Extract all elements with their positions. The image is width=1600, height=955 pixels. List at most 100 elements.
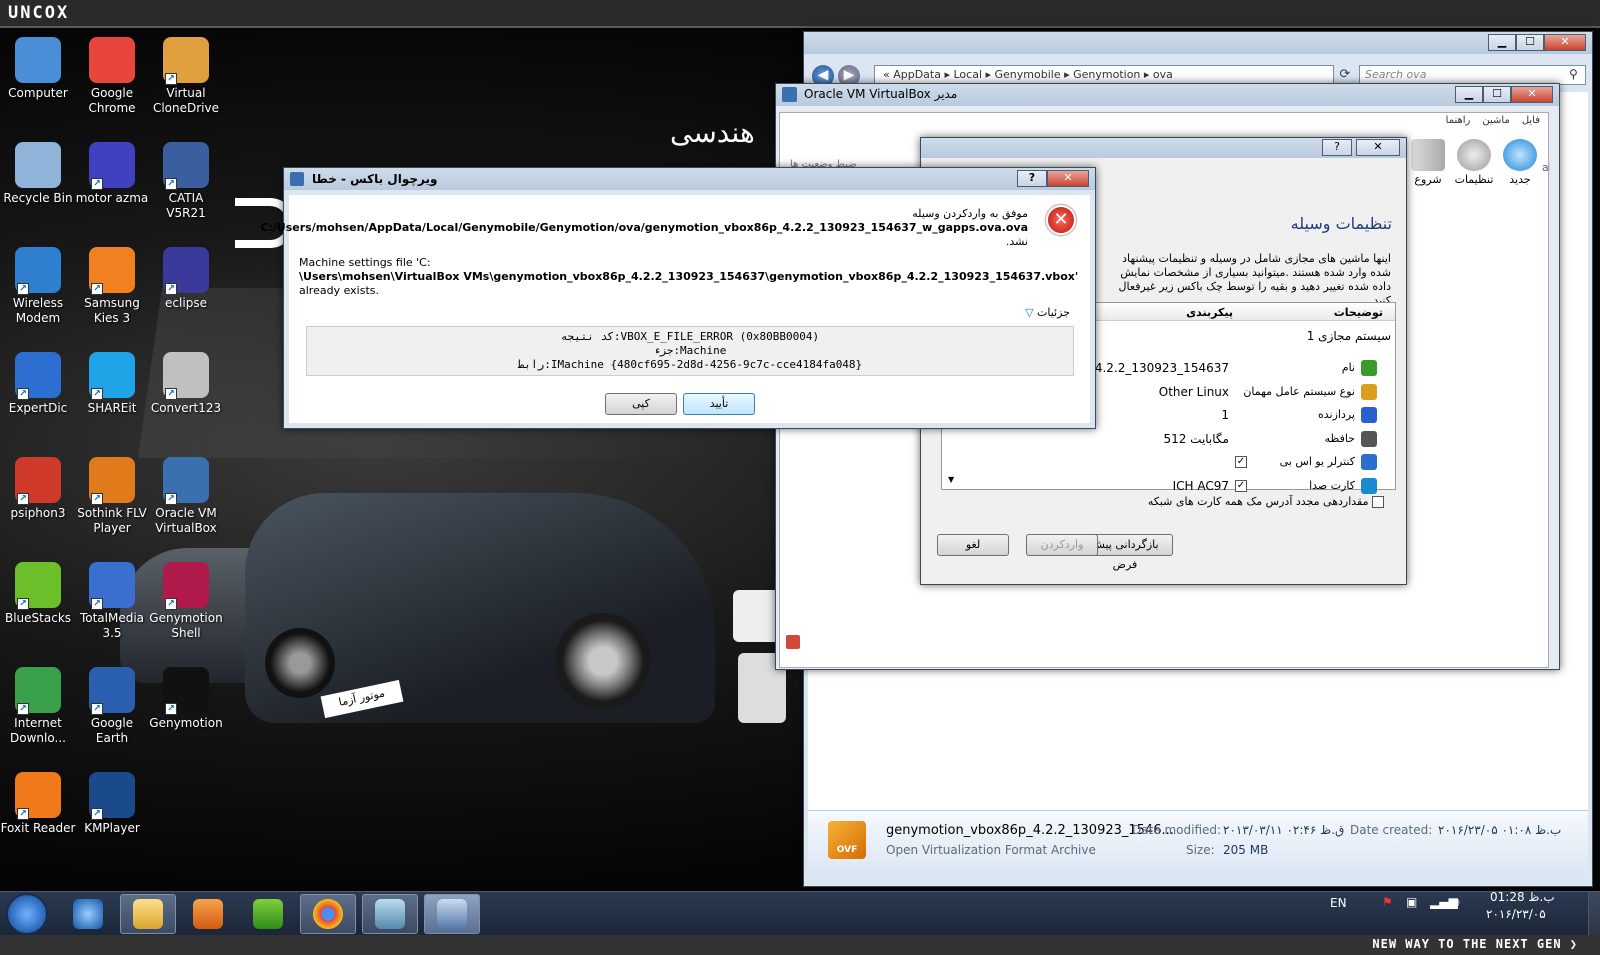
desktop-icon-psiphon3[interactable]: ↗ psiphon3 [0, 457, 76, 521]
error-line1: موفق به واردکردن وسیله [912, 207, 1028, 220]
volume-icon[interactable]: 🔊︎ [1452, 895, 1460, 910]
address-bar[interactable]: « AppData ▸ Local ▸ Genymobile ▸ Genymot… [874, 65, 1334, 85]
wallpaper-wheel [555, 613, 651, 709]
desktop-icon-computer[interactable]: Computer [0, 37, 76, 101]
row-icon [1361, 430, 1377, 447]
taskbar-explorer[interactable] [120, 894, 176, 934]
search-input[interactable]: Search ova [1359, 65, 1586, 85]
details-toggle[interactable]: جزئیات ▽ [1025, 306, 1070, 319]
desktop-icon-expertdic[interactable]: ↗ ExpertDic [0, 352, 76, 416]
language-indicator[interactable]: EN [1330, 896, 1347, 910]
close-button[interactable]: ✕ [1047, 170, 1089, 187]
menu-help[interactable]: راهنما [1446, 115, 1471, 126]
table-row[interactable]: ✓کنترلر یو اس بی✓ [942, 451, 1397, 474]
desktop-icon-label: TotalMedia 3.5 [79, 611, 145, 640]
desktop-icon-oracle-vm-virtualbox[interactable]: ↗ Oracle VM VirtualBox [148, 457, 224, 536]
desktop-icon-totalmedia-3-5[interactable]: ↗ TotalMedia 3.5 [74, 562, 150, 641]
row-value[interactable]: Other Linux [1159, 385, 1229, 399]
desktop-icon-wireless-modem[interactable]: ↗ Wireless Modem [0, 247, 76, 326]
taskbar-virtualbox[interactable] [424, 894, 480, 934]
desktop-icon-genymotion[interactable]: ↗ Genymotion [148, 667, 224, 731]
desktop-app-icon: ↗ [15, 772, 61, 820]
action-center-icon[interactable]: ⚑ [1382, 895, 1393, 909]
shortcut-arrow-icon: ↗ [165, 178, 177, 190]
desktop-icon-bluestacks[interactable]: ↗ BlueStacks [0, 562, 76, 626]
row-value[interactable]: 512 مگابایت [1163, 432, 1229, 446]
menu-machine[interactable]: ماشین [1482, 115, 1509, 126]
desktop-icon-google-earth[interactable]: ↗ Google Earth [74, 667, 150, 746]
show-desktop-button[interactable] [1588, 892, 1600, 936]
start-button[interactable]: شروع [1406, 139, 1450, 186]
row-value[interactable]: 1 [1221, 408, 1229, 422]
close-button[interactable]: ✕ [1544, 34, 1586, 51]
taskbar-bluestacks[interactable] [240, 894, 296, 934]
error-body: ✕ موفق به واردکردن وسیله C:/Users/mohsen… [260, 195, 1090, 423]
desktop-app-icon: ↗ [15, 667, 61, 715]
ok-button[interactable]: تأیید [683, 393, 755, 415]
taskbar-media-player[interactable] [180, 894, 236, 934]
table-row[interactable]: حافظه 512 مگابایت [942, 428, 1397, 451]
desktop-icon-eclipse[interactable]: ↗ eclipse [148, 247, 224, 311]
desktop-icon-motor-azma[interactable]: ↗ motor azma [74, 142, 150, 206]
desktop-icon-google-chrome[interactable]: Google Chrome [74, 37, 150, 116]
desktop-app-icon: ↗ [163, 352, 209, 400]
menu-file[interactable]: فایل [1522, 115, 1540, 126]
desktop-icon-kmplayer[interactable]: ↗ KMPlayer [74, 772, 150, 836]
brand-logo: UNCOX [8, 3, 70, 23]
desktop-icon-label: Recycle Bin [3, 191, 73, 205]
search-icon[interactable]: ⚲ [1569, 67, 1578, 81]
checkbox-box[interactable] [1372, 496, 1384, 508]
desktop-icon-sothink-flv-player[interactable]: ↗ Sothink FLV Player [74, 457, 150, 536]
help-button[interactable]: ? [1322, 139, 1352, 156]
start-arrow-icon [1411, 139, 1445, 171]
row-value[interactable]: ICH AC97 [1173, 479, 1229, 493]
vbox-status-icon [786, 635, 800, 649]
desktop-icon-virtual-clonedrive[interactable]: ↗ Virtual CloneDrive [148, 37, 224, 116]
clock-date[interactable]: ۲۰۱۶/۲۳/۰۵ [1486, 907, 1546, 921]
vm-group-label: سیستم مجازی 1 [1306, 329, 1391, 343]
copy-button[interactable]: کپی [605, 393, 677, 415]
reinit-mac-checkbox[interactable]: مقداردهی مجدد آدرس مک همه کارت های شبکه [1148, 495, 1384, 508]
row-key: پردازنده [1318, 408, 1355, 421]
row-checkbox[interactable]: ✓ [1235, 456, 1247, 468]
desktop-app-icon: ↗ [163, 562, 209, 610]
row-checkbox[interactable]: ✓ [1235, 479, 1247, 492]
taskbar-chrome[interactable] [300, 894, 356, 934]
error-dialog: ویرچوال باکس - خطا ? ✕ ✕ موفق به واردکرد… [260, 167, 1096, 429]
date-modified-value: ۲۰۱۳/۰۳/۱۱ ق.ظ ۰۲:۴۶ [1223, 823, 1345, 837]
help-button[interactable]: ? [1017, 170, 1047, 187]
desktop-icon-shareit[interactable]: ↗ SHAREit [74, 352, 150, 416]
desktop-icon-catia-v5r21[interactable]: ↗ CATIA V5R21 [148, 142, 224, 221]
detail-result-code: کد نتیجه:VBOX_E_FILE_ERROR (0x80BB0004) [560, 330, 820, 343]
desktop-icon-label: Foxit Reader [0, 821, 76, 835]
desktop-icon-recycle-bin[interactable]: Recycle Bin [0, 142, 76, 206]
minimize-button[interactable]: ▁ [1455, 86, 1483, 103]
desktop-icon-label: Virtual CloneDrive [152, 86, 220, 115]
clock-time[interactable]: 01:28 ب.ظ [1490, 890, 1555, 904]
maximize-button[interactable]: ☐ [1516, 34, 1544, 51]
desktop-icon-samsung-kies-3[interactable]: ↗ Samsung Kies 3 [74, 247, 150, 326]
power-icon[interactable]: ▣ [1406, 895, 1417, 909]
desktop-icon-foxit-reader[interactable]: ↗ Foxit Reader [0, 772, 76, 836]
taskbar-control-panel[interactable] [362, 894, 418, 934]
desktop-icon-label: Samsung Kies 3 [84, 296, 140, 325]
maximize-button[interactable]: ☐ [1483, 86, 1511, 103]
new-button[interactable]: جدید [1498, 139, 1542, 186]
desktop-icon-genymotion-shell[interactable]: ↗ Genymotion Shell [148, 562, 224, 641]
import-button[interactable]: واردکردن [1026, 534, 1098, 556]
start-button[interactable] [6, 893, 48, 935]
settings-button[interactable]: تنظیمات [1452, 139, 1496, 186]
desktop-icon-internet-downlo[interactable]: ↗ Internet Downlo... [0, 667, 76, 746]
desktop-icon-convert123[interactable]: ↗ Convert123 [148, 352, 224, 416]
taskbar-ie[interactable] [60, 894, 116, 934]
shortcut-arrow-icon: ↗ [17, 493, 29, 505]
shortcut-arrow-icon: ↗ [91, 598, 103, 610]
close-button[interactable]: ✕ [1511, 86, 1553, 103]
cancel-button[interactable]: لغو [937, 534, 1009, 556]
desktop-icon-label: motor azma [75, 191, 149, 205]
minimize-button[interactable]: ▁ [1488, 34, 1516, 51]
close-button[interactable]: ✕ [1356, 139, 1400, 156]
folder-icon [133, 899, 163, 929]
row-key: کارت صدا [1309, 478, 1355, 492]
table-scroll-arrow[interactable]: ▼ [948, 475, 954, 484]
